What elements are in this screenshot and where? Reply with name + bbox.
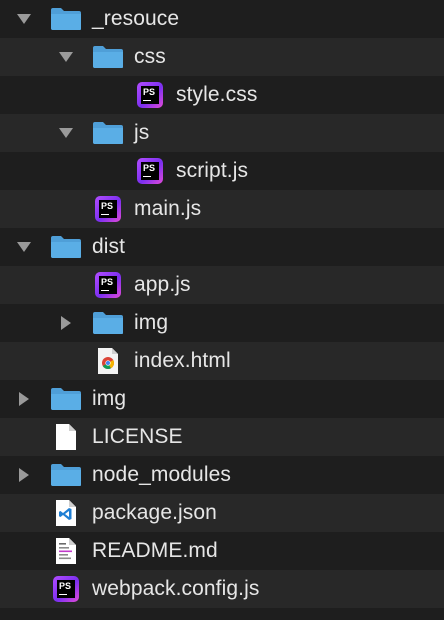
tree-item-label: style.css [176, 83, 258, 106]
tree-row-dist-img-folder[interactable]: img [0, 304, 444, 342]
tree-item-label: img [134, 311, 169, 334]
folder-icon [50, 380, 82, 418]
chrome-html-file-icon [92, 342, 124, 380]
chevron-right-icon[interactable] [14, 380, 34, 418]
folder-icon [92, 114, 124, 152]
tree-item-label: script.js [176, 159, 249, 182]
tree-row-resouce-folder[interactable]: _resouce [0, 0, 444, 38]
tree-row-index-html-file[interactable]: index.html [0, 342, 444, 380]
phpstorm-file-icon: PS [134, 76, 166, 114]
tree-row-webpack-config-file[interactable]: PS webpack.config.js [0, 570, 444, 608]
tree-item-label: webpack.config.js [92, 577, 260, 600]
folder-icon [50, 228, 82, 266]
phpstorm-file-icon: PS [50, 570, 82, 608]
tree-row-css-folder[interactable]: css [0, 38, 444, 76]
tree-item-label: README.md [92, 539, 218, 562]
text-document-icon [50, 532, 82, 570]
tree-row-script-js-file[interactable]: PS script.js [0, 152, 444, 190]
tree-row-js-folder[interactable]: js [0, 114, 444, 152]
chevron-down-icon[interactable] [14, 0, 34, 38]
tree-row-app-js-file[interactable]: PS app.js [0, 266, 444, 304]
tree-item-label: main.js [134, 197, 202, 220]
tree-item-label: package.json [92, 501, 217, 524]
file-tree: _resouce css PS style.css js PS script.j… [0, 0, 444, 620]
folder-icon [92, 304, 124, 342]
phpstorm-file-icon: PS [92, 266, 124, 304]
tree-row-img-folder[interactable]: img [0, 380, 444, 418]
tree-row-style-css-file[interactable]: PS style.css [0, 76, 444, 114]
tree-item-label: node_modules [92, 463, 231, 486]
tree-item-label: _resouce [92, 7, 180, 30]
tree-row-license-file[interactable]: LICENSE [0, 418, 444, 456]
tree-empty-row [0, 608, 444, 620]
tree-item-label: index.html [134, 349, 231, 372]
tree-item-label: img [92, 387, 127, 410]
chevron-down-icon[interactable] [56, 114, 76, 152]
folder-icon [92, 38, 124, 76]
chevron-right-icon[interactable] [14, 456, 34, 494]
chevron-down-icon[interactable] [14, 228, 34, 266]
tree-item-label: dist [92, 235, 126, 258]
chevron-right-icon[interactable] [56, 304, 76, 342]
tree-item-label: app.js [134, 273, 191, 296]
tree-item-label: LICENSE [92, 425, 183, 448]
tree-row-node-modules-folder[interactable]: node_modules [0, 456, 444, 494]
tree-item-label: js [134, 121, 150, 144]
tree-row-package-json-file[interactable]: package.json [0, 494, 444, 532]
folder-icon [50, 0, 82, 38]
tree-row-main-js-file[interactable]: PS main.js [0, 190, 444, 228]
blank-document-icon [50, 418, 82, 456]
chevron-down-icon[interactable] [56, 38, 76, 76]
tree-row-readme-file[interactable]: README.md [0, 532, 444, 570]
phpstorm-file-icon: PS [134, 152, 166, 190]
phpstorm-file-icon: PS [92, 190, 124, 228]
vscode-file-icon [50, 494, 82, 532]
tree-row-dist-folder[interactable]: dist [0, 228, 444, 266]
folder-icon [50, 456, 82, 494]
tree-item-label: css [134, 45, 166, 68]
